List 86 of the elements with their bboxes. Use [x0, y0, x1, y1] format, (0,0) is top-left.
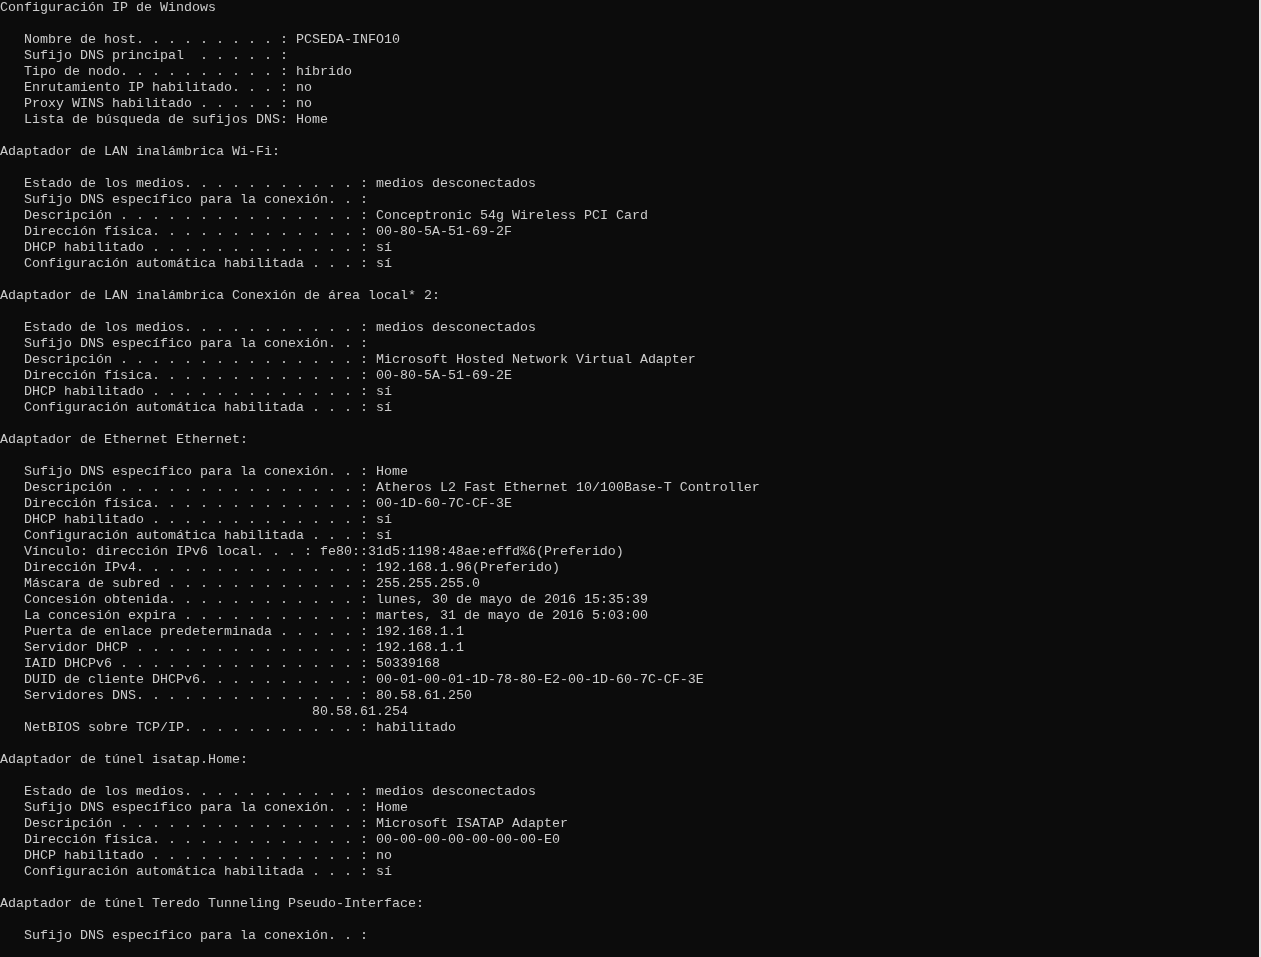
field-value: 192.168.1.1 [375, 640, 464, 656]
field-label: DUID de cliente DHCPv6. . . . . . . . . . : [24, 672, 368, 688]
field-value: Conceptronic 54g Wireless PCI Card [375, 208, 648, 224]
field-label: Sufijo DNS específico para la conexión. . : [24, 464, 368, 480]
field-label: Servidores DNS. . . . . . . . . . . . . . : [24, 688, 368, 704]
section-heading: Adaptador de LAN inalámbrica Conexión de área local* 2: [0, 288, 440, 304]
field-value: sí [375, 256, 392, 272]
section-heading: Adaptador de túnel isatap.Home: [0, 752, 248, 768]
field-label: Tipo de nodo. . . . . . . . . . : [24, 64, 288, 80]
field-label: Puerta de enlace predeterminada . . . . . : [24, 624, 368, 640]
field-value: sí [375, 512, 392, 528]
field-value: sí [375, 864, 392, 880]
field-label: Sufijo DNS específico para la conexión. . : [24, 928, 368, 944]
field-label: Dirección IPv4. . . . . . . . . . . . . . : [24, 560, 368, 576]
field-label: Configuración automática habilitada . . . : [24, 400, 368, 416]
field-value: PCSEDA-INFO10 [295, 32, 400, 48]
field-label: Sufijo DNS específico para la conexión. . : [24, 336, 368, 352]
field-label: Descripción . . . . . . . . . . . . . . . : [24, 208, 368, 224]
field-label: Vínculo: dirección IPv6 local. . . : [24, 544, 312, 560]
field-label: Concesión obtenida. . . . . . . . . . . . : [24, 592, 368, 608]
field-label: Configuración automática habilitada . . . : [24, 528, 368, 544]
field-value: 00-80-5A-51-69-2F [375, 224, 512, 240]
field-label: Máscara de subred . . . . . . . . . . . . : [24, 576, 368, 592]
field-label: NetBIOS sobre TCP/IP. . . . . . . . . . . : [24, 720, 368, 736]
field-value: 192.168.1.96(Preferido) [375, 560, 560, 576]
field-label: Estado de los medios. . . . . . . . . . . : [24, 320, 368, 336]
field-label: DHCP habilitado . . . . . . . . . . . . . : [24, 512, 368, 528]
field-label: Sufijo DNS específico para la conexión. . : [24, 800, 368, 816]
field-label: Nombre de host. . . . . . . . . : [24, 32, 288, 48]
field-value: híbrido [295, 64, 352, 80]
field-value: 80.58.61.250 [375, 688, 472, 704]
field-value: medios desconectados [375, 784, 536, 800]
field-value: 255.255.255.0 [375, 576, 480, 592]
field-label: Estado de los medios. . . . . . . . . . . : [24, 784, 368, 800]
field-label: Descripción . . . . . . . . . . . . . . . : [24, 480, 368, 496]
field-value: habilitado [375, 720, 456, 736]
field-label: Servidor DHCP . . . . . . . . . . . . . . : [24, 640, 368, 656]
field-value: Home [375, 800, 408, 816]
field-value: no [295, 96, 312, 112]
field-value: 00-1D-60-7C-CF-3E [375, 496, 512, 512]
field-label: DHCP habilitado . . . . . . . . . . . . . : [24, 384, 368, 400]
field-label: Enrutamiento IP habilitado. . . : [24, 80, 288, 96]
field-label: Lista de búsqueda de sufijos DNS: [24, 112, 288, 128]
field-value: 50339168 [375, 656, 440, 672]
field-value: martes, 31 de mayo de 2016 5:03:00 [375, 608, 648, 624]
field-label: Proxy WINS habilitado . . . . . : [24, 96, 288, 112]
field-value: lunes, 30 de mayo de 2016 15:35:39 [375, 592, 648, 608]
field-value: sí [375, 400, 392, 416]
field-value: sí [375, 384, 392, 400]
field-value: medios desconectados [375, 176, 536, 192]
console-title: Configuración IP de Windows [0, 0, 216, 16]
field-value: 00-01-00-01-1D-78-80-E2-00-1D-60-7C-CF-3E [375, 672, 704, 688]
field-value: Atheros L2 Fast Ethernet 10/100Base-T Controller [375, 480, 760, 496]
field-label: IAID DHCPv6 . . . . . . . . . . . . . . . : [24, 656, 368, 672]
field-label: Configuración automática habilitada . . . : [24, 256, 368, 272]
field-value: 00-80-5A-51-69-2E [375, 368, 512, 384]
field-value: 00-00-00-00-00-00-00-E0 [375, 832, 560, 848]
field-label: Descripción . . . . . . . . . . . . . . . : [24, 816, 368, 832]
field-label: Sufijo DNS específico para la conexión. . : [24, 192, 368, 208]
field-value: medios desconectados [375, 320, 536, 336]
scrollbar[interactable] [1259, 0, 1261, 957]
section-heading: Adaptador de Ethernet Ethernet: [0, 432, 248, 448]
field-value: 80.58.61.254 [312, 704, 408, 720]
field-label: Descripción . . . . . . . . . . . . . . . : [24, 352, 368, 368]
field-value: no [295, 80, 312, 96]
field-value: 192.168.1.1 [375, 624, 464, 640]
field-label: Estado de los medios. . . . . . . . . . . : [24, 176, 368, 192]
field-value: Microsoft ISATAP Adapter [375, 816, 568, 832]
field-label: Dirección física. . . . . . . . . . . . . : [24, 832, 368, 848]
field-label: Dirección física. . . . . . . . . . . . . : [24, 368, 368, 384]
field-value: sí [375, 528, 392, 544]
field-label: DHCP habilitado . . . . . . . . . . . . . : [24, 240, 368, 256]
field-value: Home [295, 112, 328, 128]
field-label: Dirección física. . . . . . . . . . . . . : [24, 224, 368, 240]
field-label: Dirección física. . . . . . . . . . . . . : [24, 496, 368, 512]
field-value: no [375, 848, 392, 864]
field-label: Configuración automática habilitada . . . : [24, 864, 368, 880]
field-value: fe80::31d5:1198:48ae:effd%6(Preferido) [319, 544, 624, 560]
field-value: sí [375, 240, 392, 256]
field-value: Home [375, 464, 408, 480]
section-heading: Adaptador de túnel Teredo Tunneling Pseudo-Interface: [0, 896, 424, 912]
field-label: DHCP habilitado . . . . . . . . . . . . . : [24, 848, 368, 864]
section-heading: Adaptador de LAN inalámbrica Wi-Fi: [0, 144, 280, 160]
field-value: Microsoft Hosted Network Virtual Adapter [375, 352, 696, 368]
field-label: La concesión expira . . . . . . . . . . . : [24, 608, 368, 624]
field-label: Sufijo DNS principal . . . . . : [24, 48, 288, 64]
